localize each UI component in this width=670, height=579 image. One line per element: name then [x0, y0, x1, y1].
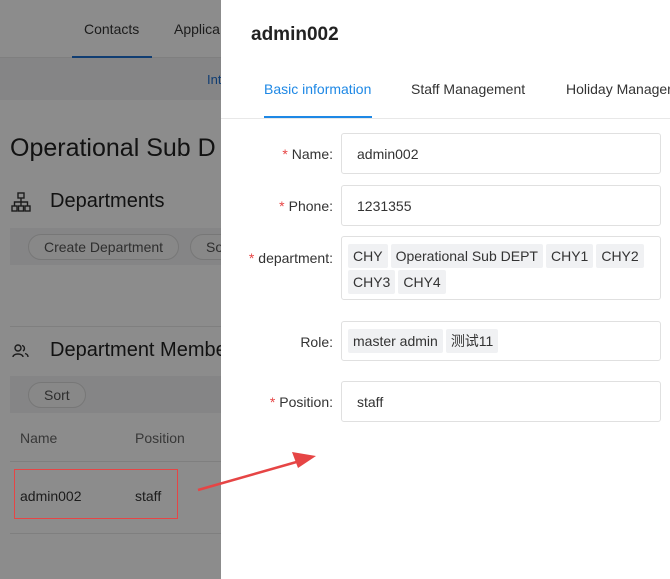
annotation-arrow: [197, 452, 316, 492]
